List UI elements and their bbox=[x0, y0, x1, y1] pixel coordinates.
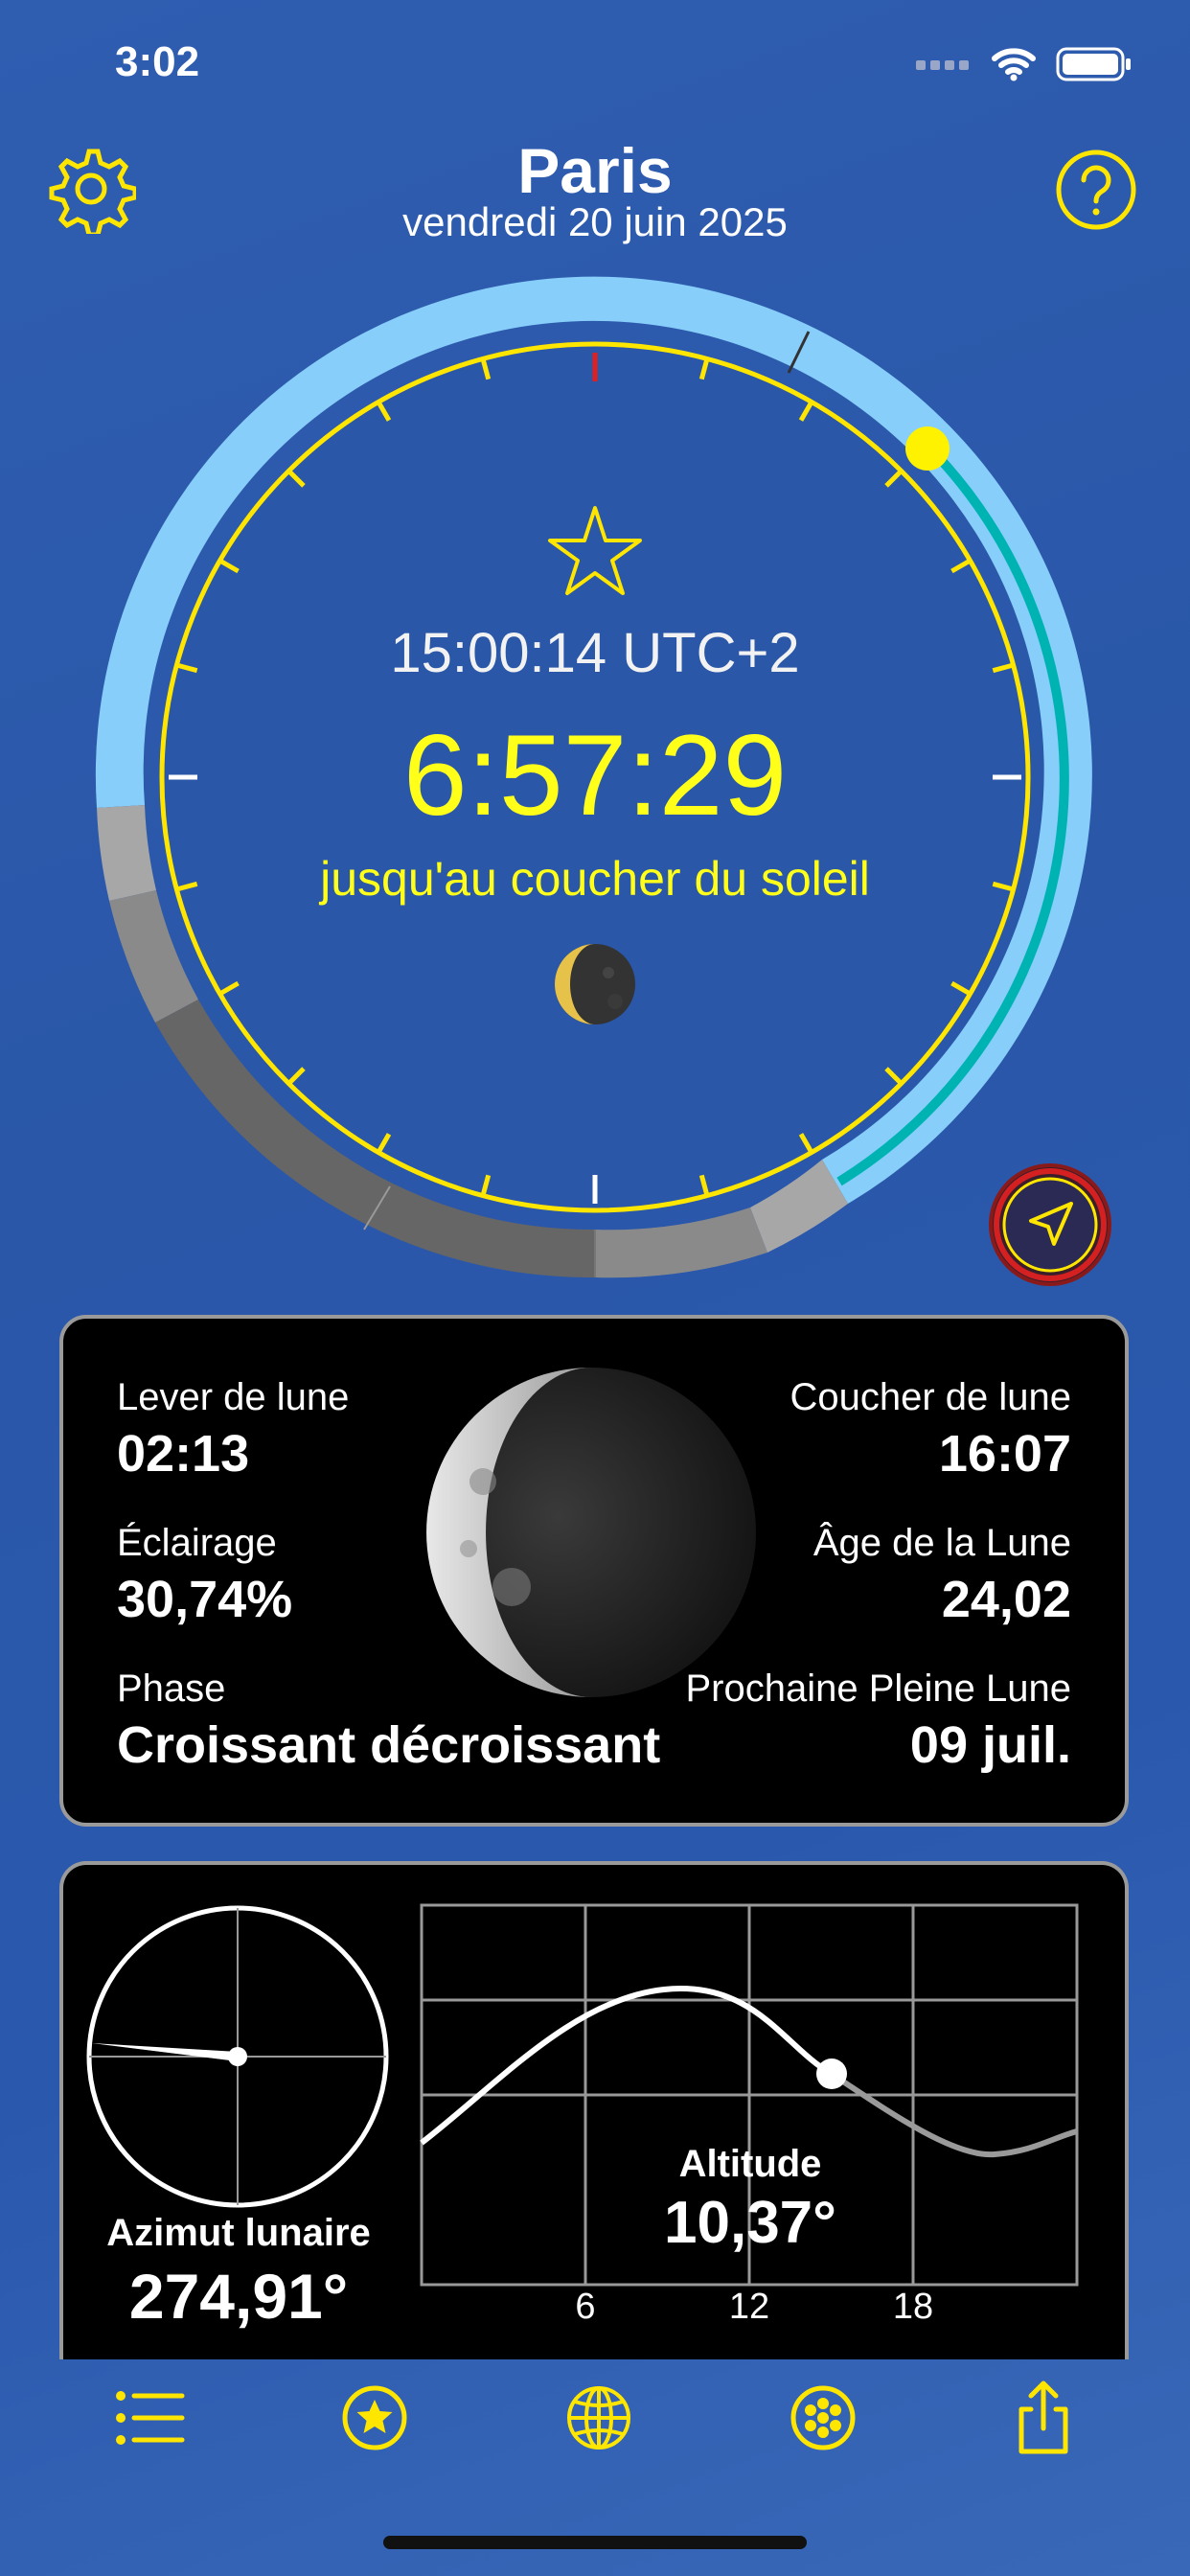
battery-icon bbox=[1056, 47, 1131, 81]
illumination-label: Éclairage bbox=[117, 1522, 277, 1564]
moonrise-value: 02:13 bbox=[117, 1425, 250, 1483]
twilight-arc-3 bbox=[595, 1208, 767, 1278]
azimuth-value: 274,91° bbox=[128, 2261, 349, 2332]
x-tick-6: 6 bbox=[575, 2287, 596, 2327]
altitude-value: 10,37° bbox=[664, 2190, 836, 2256]
status-icons bbox=[916, 46, 1133, 82]
azimuth-label: Azimut lunaire bbox=[106, 2212, 371, 2254]
signal-icon bbox=[916, 60, 969, 70]
moon-age-value: 24,02 bbox=[941, 1571, 1071, 1628]
share-icon[interactable] bbox=[1000, 2375, 1087, 2461]
altitude-label: Altitude bbox=[678, 2143, 822, 2185]
home-indicator bbox=[383, 2536, 807, 2549]
moon-phase-thumbnail bbox=[555, 944, 635, 1024]
next-full-moon-value: 09 juil. bbox=[909, 1716, 1071, 1774]
help-icon[interactable] bbox=[1054, 148, 1138, 232]
current-time: 15:00:14 UTC+2 bbox=[390, 622, 800, 684]
phase-label: Phase bbox=[117, 1668, 226, 1710]
star-circle-icon[interactable] bbox=[332, 2375, 418, 2461]
city-title: Paris bbox=[517, 135, 673, 206]
x-tick-18: 18 bbox=[892, 2287, 934, 2327]
moonset-label: Coucher de lune bbox=[790, 1376, 1071, 1418]
status-time: 3:02 bbox=[115, 38, 200, 85]
illumination-value: 30,74% bbox=[117, 1571, 293, 1628]
sun-marker bbox=[905, 426, 950, 471]
phase-value: Croissant décroissant bbox=[117, 1716, 661, 1774]
moon-info-card: Lever de lune 02:13 Coucher de lune 16:0… bbox=[59, 1315, 1129, 1827]
moon-age-label: Âge de la Lune bbox=[812, 1522, 1071, 1564]
moon-phases-icon[interactable] bbox=[780, 2375, 866, 2461]
azimuth-needle bbox=[92, 2043, 238, 2061]
location-arrow-icon[interactable] bbox=[987, 1162, 1113, 1288]
list-icon[interactable] bbox=[107, 2375, 194, 2461]
moonrise-label: Lever de lune bbox=[117, 1376, 350, 1418]
moon-image bbox=[426, 1368, 756, 1697]
wifi-icon bbox=[992, 48, 1036, 81]
x-tick-12: 12 bbox=[728, 2287, 770, 2327]
countdown: 6:57:29 bbox=[402, 711, 788, 840]
moonset-value: 16:07 bbox=[938, 1425, 1071, 1483]
azimuth-compass bbox=[86, 1905, 389, 2208]
globe-icon[interactable] bbox=[556, 2375, 642, 2461]
moon-position-card: Azimut lunaire 274,91° Altitude 10,37° 6… bbox=[59, 1861, 1129, 2359]
date-subtitle: vendredi 20 juin 2025 bbox=[402, 199, 788, 244]
countdown-caption: jusqu'au coucher du soleil bbox=[320, 852, 870, 906]
altitude-current-marker bbox=[816, 2058, 847, 2089]
